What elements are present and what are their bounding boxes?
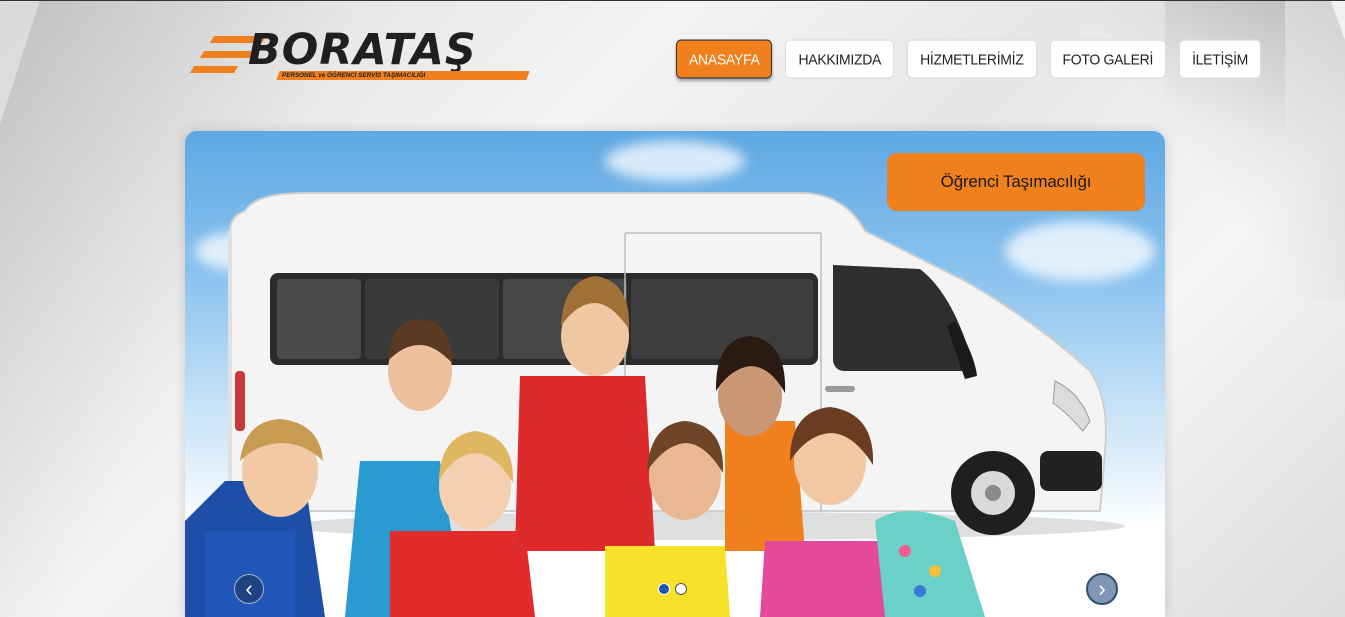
nav-item-hakkimizda[interactable]: HAKKIMIZDA [785, 39, 895, 79]
chevron-left-icon: ‹ [245, 576, 253, 601]
chevron-right-icon: › [1098, 576, 1106, 601]
slider-next-button[interactable]: › [1086, 573, 1118, 605]
top-border [0, 0, 1345, 1]
slider-dot-2[interactable] [675, 583, 687, 595]
logo-stripe [189, 66, 239, 73]
brand-logo[interactable]: BORATAŞ PERSONEL ve ÖĞRENCİ SERVİS TAŞIM… [188, 29, 548, 84]
nav-item-iletisim[interactable]: İLETİŞİM [1179, 39, 1262, 79]
slider-dot-1[interactable] [658, 583, 670, 595]
nav-item-anasayfa[interactable]: ANASAYFA [676, 39, 773, 79]
brand-name: BORATAŞ [248, 25, 477, 75]
slider-prev-button[interactable]: ‹ [234, 574, 264, 604]
brand-tagline-bar: PERSONEL ve ÖĞRENCİ SERVİS TAŞIMACILIĞI [276, 71, 530, 80]
nav-item-foto-galeri[interactable]: FOTO GALERİ [1049, 39, 1167, 79]
slider-pagination [658, 583, 687, 595]
logo-stripe [199, 51, 255, 58]
slide-caption: Öğrenci Taşımacılığı [887, 153, 1145, 211]
main-nav: ANASAYFA HAKKIMIZDA HİZMETLERİMİZ FOTO G… [676, 39, 1262, 79]
hero-slider: Öğrenci Taşımacılığı ‹ › [185, 131, 1165, 617]
nav-item-hizmetlerimiz[interactable]: HİZMETLERİMİZ [907, 39, 1037, 79]
brand-tagline: PERSONEL ve ÖĞRENCİ SERVİS TAŞIMACILIĞI [282, 72, 426, 79]
